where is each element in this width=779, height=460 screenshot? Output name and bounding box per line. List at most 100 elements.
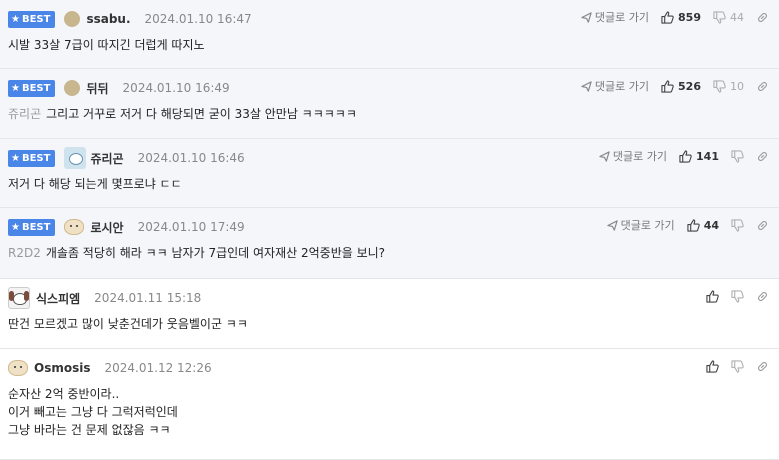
thumbs-up-icon — [661, 79, 674, 93]
comment-date: 2024.01.12 12:26 — [104, 361, 212, 375]
send-icon — [581, 80, 592, 92]
upvote-count: 44 — [703, 218, 719, 232]
downvote-button[interactable] — [731, 359, 744, 373]
go-to-reply-link[interactable]: 댓글로 가기 — [599, 148, 667, 164]
best-badge: ★ BEST — [8, 10, 56, 28]
reply-target-nickname[interactable]: R2D2 — [8, 246, 41, 260]
thumbs-up-icon — [679, 149, 692, 163]
downvote-button[interactable] — [731, 289, 744, 303]
thumbs-down-icon — [713, 79, 726, 93]
upvote-button[interactable] — [706, 289, 719, 303]
thumbs-down-icon — [731, 359, 744, 373]
reply-target-nickname[interactable]: 쥬리곤 — [8, 107, 41, 121]
best-comment: ★ BEST 뒤뒤 2024.01.10 16:49 댓글로 가기 526 10 쥬리곤 그리고… — [0, 69, 779, 139]
avatar[interactable] — [64, 80, 81, 96]
avatar[interactable] — [64, 219, 85, 235]
copy-link-button[interactable] — [756, 11, 769, 24]
best-badge-label: BEST — [21, 82, 51, 94]
avatar[interactable] — [8, 360, 28, 376]
downvote-count: 44 — [730, 10, 744, 24]
send-icon — [581, 11, 592, 23]
upvote-count: 141 — [696, 149, 719, 163]
best-badge: ★ BEST — [8, 149, 56, 167]
star-icon: ★ — [11, 13, 20, 25]
best-comment: ★ BEST 쥬리곤 2024.01.10 16:46 댓글로 가기 141 저거 다 해당… — [0, 139, 779, 208]
comment-text: 시발 33살 7급이 따지긴 더럽게 따지노 — [8, 38, 205, 52]
comment-actions: 댓글로 가기 44 — [595, 216, 769, 234]
upvote-button[interactable] — [706, 359, 719, 373]
author-nickname[interactable]: 식스피엠 — [36, 290, 80, 307]
best-badge-label: BEST — [21, 152, 51, 164]
upvote-button[interactable]: 526 — [661, 80, 701, 93]
go-to-reply-label: 댓글로 가기 — [594, 80, 650, 93]
best-badge: ★ BEST — [8, 79, 56, 97]
link-icon — [756, 219, 769, 232]
upvote-button[interactable]: 141 — [679, 150, 719, 163]
send-icon — [599, 150, 610, 162]
comment-date: 2024.01.10 16:49 — [122, 81, 230, 95]
send-icon — [606, 219, 618, 231]
comment-body: 딴건 모르겠고 많이 낮춘건데가 웃음벨이군 ㅋㅋ — [8, 315, 248, 333]
comment-header: ★ BEST 쥬리곤 2024.01.10 16:46 — [8, 147, 245, 169]
copy-link-button[interactable] — [756, 219, 769, 232]
comment-header: ★ BEST 로시안 2024.01.10 17:49 — [8, 218, 245, 236]
comment-body: 시발 33살 7급이 따지긴 더럽게 따지노 — [8, 36, 205, 54]
copy-link-button[interactable] — [756, 150, 769, 163]
go-to-reply-label: 댓글로 가기 — [612, 150, 668, 163]
go-to-reply-label: 댓글로 가기 — [594, 11, 650, 24]
comment-actions — [694, 287, 769, 305]
go-to-reply-label: 댓글로 가기 — [620, 219, 675, 232]
comment-header: Osmosis 2024.01.12 12:26 — [8, 359, 212, 377]
comment-actions: 댓글로 가기 526 10 — [569, 77, 769, 95]
star-icon: ★ — [11, 152, 20, 164]
link-icon — [756, 290, 769, 303]
upvote-button[interactable]: 859 — [661, 11, 701, 24]
comment-date: 2024.01.10 16:47 — [144, 12, 252, 26]
author-nickname[interactable]: ssabu. — [86, 12, 130, 26]
comment-header: 식스피엠 2024.01.11 15:18 — [8, 287, 201, 309]
copy-link-button[interactable] — [756, 290, 769, 303]
downvote-button[interactable]: 44 — [713, 11, 744, 24]
link-icon — [756, 360, 769, 373]
upvote-count: 526 — [678, 79, 701, 93]
author-nickname[interactable]: 쥬리곤 — [90, 150, 123, 167]
avatar[interactable] — [8, 287, 30, 309]
downvote-button[interactable]: 10 — [713, 80, 744, 93]
avatar[interactable] — [64, 11, 81, 27]
comment-text: 저거 다 해당 되는게 몇프로냐 ㄷㄷ — [8, 177, 182, 191]
comment-header: ★ BEST 뒤뒤 2024.01.10 16:49 — [8, 79, 230, 97]
go-to-reply-link[interactable]: 댓글로 가기 — [581, 78, 649, 94]
comment-actions — [694, 357, 769, 375]
downvote-button[interactable] — [731, 149, 744, 163]
copy-link-button[interactable] — [756, 360, 769, 373]
comment-actions: 댓글로 가기 859 44 — [569, 8, 769, 26]
comment: Osmosis 2024.01.12 12:26 순자산 2억 중반이라.. 이거 … — [0, 349, 779, 460]
thumbs-up-icon — [661, 10, 674, 24]
thumbs-up-icon — [706, 289, 719, 303]
thumbs-down-icon — [731, 289, 744, 303]
downvote-button[interactable] — [731, 218, 744, 232]
go-to-reply-link[interactable]: 댓글로 가기 — [581, 9, 649, 25]
comment-date: 2024.01.10 16:46 — [137, 151, 245, 165]
comment-body: 쥬리곤 그리고 거꾸로 저거 다 해당되면 굳이 33살 안만남 ㅋㅋㅋㅋㅋ — [8, 105, 357, 123]
comment-body: 저거 다 해당 되는게 몇프로냐 ㄷㄷ — [8, 175, 182, 193]
author-nickname[interactable]: Osmosis — [34, 361, 91, 375]
comment-text: 딴건 모르겠고 많이 낮춘건데가 웃음벨이군 ㅋㅋ — [8, 317, 248, 331]
avatar[interactable] — [64, 147, 87, 169]
thumbs-down-icon — [713, 10, 726, 24]
comment-date: 2024.01.10 17:49 — [137, 220, 245, 234]
upvote-button[interactable]: 44 — [687, 219, 719, 232]
author-nickname[interactable]: 뒤뒤 — [86, 80, 108, 97]
best-badge-label: BEST — [21, 13, 51, 25]
go-to-reply-link[interactable]: 댓글로 가기 — [606, 217, 675, 233]
copy-link-button[interactable] — [756, 80, 769, 93]
link-icon — [756, 80, 769, 93]
comment-text: 개솔좀 적당히 해라 ㅋㅋ 남자가 7급인데 여자재산 2억중반을 보니? — [45, 246, 386, 260]
best-comment: ★ BEST ssabu. 2024.01.10 16:47 댓글로 가기 859 44 시발… — [0, 0, 779, 69]
link-icon — [756, 11, 769, 24]
comment-actions: 댓글로 가기 141 — [587, 147, 769, 165]
comment-body: R2D2 개솔좀 적당히 해라 ㅋㅋ 남자가 7급인데 여자재산 2억중반을 보니… — [8, 244, 385, 262]
link-icon — [756, 150, 769, 163]
star-icon: ★ — [11, 221, 20, 233]
author-nickname[interactable]: 로시안 — [90, 219, 123, 236]
